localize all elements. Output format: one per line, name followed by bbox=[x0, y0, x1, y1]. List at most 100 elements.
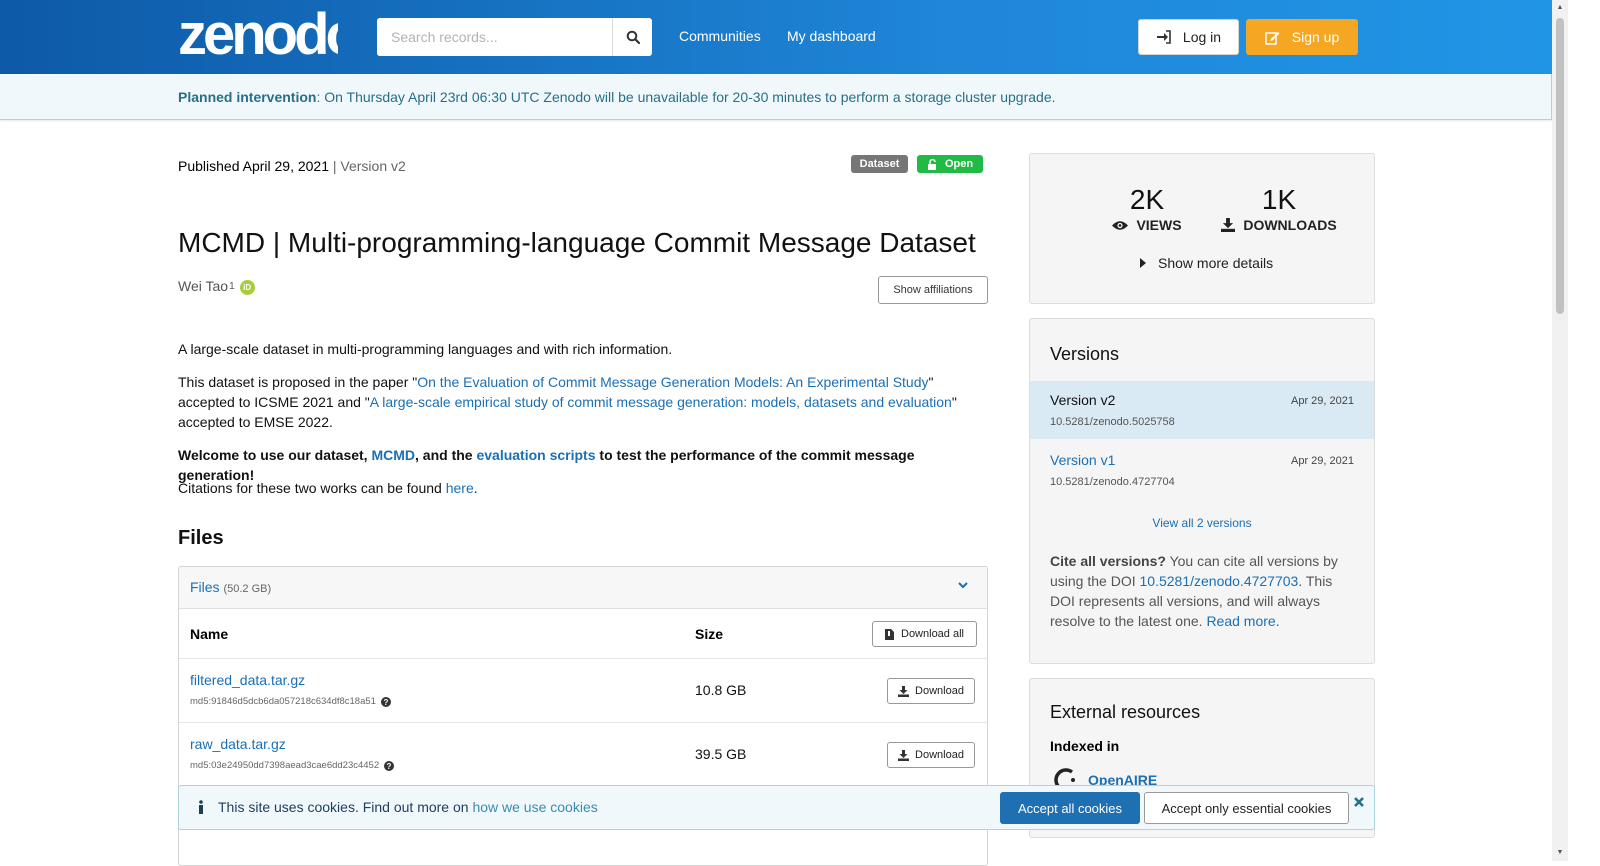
download-icon bbox=[1221, 218, 1236, 232]
version-name[interactable]: Version v1 bbox=[1050, 452, 1115, 468]
view-all-versions-link[interactable]: View all 2 versions bbox=[1030, 516, 1374, 530]
scrollbar-thumb[interactable] bbox=[1556, 18, 1564, 314]
nav-communities[interactable]: Communities bbox=[679, 28, 761, 44]
file-size: 10.8 GB bbox=[695, 682, 747, 698]
file-checksum: md5:91846d5dcb6da057218c634df8c18a51 ? bbox=[190, 696, 391, 707]
close-icon[interactable] bbox=[1353, 796, 1365, 808]
author-name[interactable]: Wei Tao bbox=[178, 278, 228, 294]
orcid-icon[interactable]: iD bbox=[239, 280, 255, 295]
accept-all-cookies-button[interactable]: Accept all cookies bbox=[1000, 792, 1140, 824]
top-header: zenodo Communities My dashboard Log in S… bbox=[0, 0, 1584, 74]
signup-button[interactable]: Sign up bbox=[1246, 19, 1358, 55]
files-total-size: (50.2 GB) bbox=[223, 583, 272, 595]
scroll-up-arrow-icon[interactable]: ▲ bbox=[1556, 4, 1564, 12]
download-button[interactable]: Download bbox=[887, 678, 975, 704]
version-doi: 10.5281/zenodo.5025758 bbox=[1050, 416, 1175, 428]
login-button[interactable]: Log in bbox=[1138, 19, 1239, 55]
column-size: Size bbox=[695, 626, 724, 642]
banner-message: : On Thursday April 23rd 06:30 UTC Zenod… bbox=[316, 89, 1056, 105]
read-more-link[interactable]: Read more. bbox=[1206, 613, 1279, 629]
info-icon bbox=[199, 800, 203, 814]
accept-essential-cookies-button[interactable]: Accept only essential cookies bbox=[1144, 792, 1349, 824]
scroll-down-arrow-icon[interactable]: ▼ bbox=[1556, 849, 1564, 857]
cite-all-versions-text: Cite all versions? You can cite all vers… bbox=[1050, 553, 1338, 629]
downloads-count: 1K bbox=[1261, 184, 1297, 215]
files-panel-header[interactable]: Files (50.2 GB) bbox=[179, 567, 987, 609]
citations-link[interactable]: here bbox=[446, 480, 474, 496]
files-panel-title: Files (50.2 GB) bbox=[190, 579, 272, 595]
indexed-in-label: Indexed in bbox=[1050, 738, 1120, 754]
caret-right-icon bbox=[1140, 258, 1146, 268]
zenodo-logo[interactable]: zenodo bbox=[178, 8, 338, 60]
download-button[interactable]: Download bbox=[887, 742, 975, 768]
views-label: VIEWS bbox=[1136, 217, 1182, 233]
file-row: raw_data.tar.gz md5:03e24950dd7398aead3c… bbox=[179, 723, 987, 787]
svg-text:?: ? bbox=[387, 762, 392, 771]
files-table-header: Name Size Download all bbox=[179, 609, 987, 659]
views-count: 2K bbox=[1129, 184, 1165, 215]
window-edge bbox=[1568, 0, 1600, 861]
version-date: Apr 29, 2021 bbox=[1291, 395, 1354, 407]
downloads-label: DOWNLOADS bbox=[1243, 217, 1337, 233]
evaluation-scripts-link[interactable]: evaluation scripts bbox=[476, 447, 595, 463]
stats-card: 2K VIEWS 1K DOWNLOADS Show more details bbox=[1029, 153, 1375, 304]
signup-label: Sign up bbox=[1291, 29, 1340, 45]
file-archive-icon bbox=[885, 628, 894, 640]
svg-text:?: ? bbox=[384, 698, 389, 707]
paper-link-icsme[interactable]: On the Evaluation of Commit Message Gene… bbox=[417, 374, 928, 390]
question-circle-icon[interactable]: ? bbox=[384, 760, 395, 771]
version-label: | Version v2 bbox=[332, 158, 406, 174]
file-name-link[interactable]: raw_data.tar.gz bbox=[190, 736, 286, 752]
cookie-message: This site uses cookies. Find out more on… bbox=[198, 799, 598, 815]
unlock-icon bbox=[927, 158, 936, 170]
search-input[interactable] bbox=[377, 18, 612, 56]
sign-in-icon bbox=[1156, 30, 1171, 44]
publication-line: Published April 29, 2021 | Version v2 bbox=[178, 158, 406, 174]
author-affiliation-number: 1 bbox=[229, 280, 235, 292]
file-size: 39.5 GB bbox=[695, 746, 747, 762]
cookie-banner: This site uses cookies. Find out more on… bbox=[178, 785, 1375, 830]
resource-type-badge: Dataset bbox=[851, 155, 908, 173]
banner-text: Planned intervention: On Thursday April … bbox=[178, 89, 1056, 105]
edit-icon bbox=[1265, 31, 1280, 45]
download-icon bbox=[898, 749, 910, 761]
search-icon bbox=[626, 30, 640, 44]
file-checksum: md5:03e24950dd7398aead3cae6dd23c4452 ? bbox=[190, 760, 395, 771]
cookie-policy-link[interactable]: how we use cookies bbox=[472, 799, 597, 815]
maintenance-banner: Planned intervention: On Thursday April … bbox=[0, 74, 1552, 120]
author: Wei Tao 1 iD bbox=[178, 277, 255, 295]
search-bar bbox=[377, 18, 652, 56]
search-button[interactable] bbox=[612, 18, 652, 56]
version-date: Apr 29, 2021 bbox=[1291, 455, 1354, 467]
concept-doi-link[interactable]: 10.5281/zenodo.4727703 bbox=[1140, 573, 1299, 589]
nav-my-dashboard[interactable]: My dashboard bbox=[787, 28, 876, 44]
mcmd-link[interactable]: MCMD bbox=[371, 447, 415, 463]
chevron-down-icon[interactable] bbox=[957, 579, 969, 591]
column-name: Name bbox=[190, 626, 229, 642]
show-affiliations-button[interactable]: Show affiliations bbox=[878, 276, 988, 304]
file-name-link[interactable]: filtered_data.tar.gz bbox=[190, 672, 305, 688]
login-label: Log in bbox=[1182, 29, 1222, 45]
show-more-details-toggle[interactable]: Show more details bbox=[1140, 255, 1273, 271]
versions-heading: Versions bbox=[1050, 344, 1120, 364]
files-heading: Files bbox=[178, 527, 224, 549]
version-item-v2[interactable]: Version v2 Apr 29, 2021 10.5281/zenodo.5… bbox=[1030, 381, 1374, 439]
download-icon bbox=[898, 685, 910, 697]
views-stat: 2K VIEWS bbox=[1092, 184, 1202, 233]
banner-strong: Planned intervention bbox=[178, 89, 317, 105]
page-scrollbar[interactable]: ▲ ▼ bbox=[1552, 0, 1568, 861]
eye-icon bbox=[1112, 220, 1129, 230]
version-doi: 10.5281/zenodo.4727704 bbox=[1050, 476, 1175, 488]
question-circle-icon[interactable]: ? bbox=[380, 696, 391, 707]
external-resources-heading: External resources bbox=[1050, 702, 1201, 722]
versions-card: Versions Version v2 Apr 29, 2021 10.5281… bbox=[1029, 318, 1375, 664]
record-title: MCMD | Multi-programming-language Commit… bbox=[178, 227, 976, 258]
description-paragraph-1: A large-scale dataset in multi-programmi… bbox=[178, 341, 673, 357]
version-item-v1[interactable]: Version v1 Apr 29, 2021 10.5281/zenodo.4… bbox=[1030, 441, 1374, 499]
access-badge: Open bbox=[917, 155, 983, 173]
download-all-button[interactable]: Download all bbox=[872, 621, 977, 647]
description-paragraph-2: This dataset is proposed in the paper "O… bbox=[178, 374, 957, 430]
logo-text: zenodo bbox=[178, 8, 338, 60]
paper-link-emse[interactable]: A large-scale empirical study of commit … bbox=[370, 394, 952, 410]
published-date: Published April 29, 2021 bbox=[178, 158, 329, 174]
